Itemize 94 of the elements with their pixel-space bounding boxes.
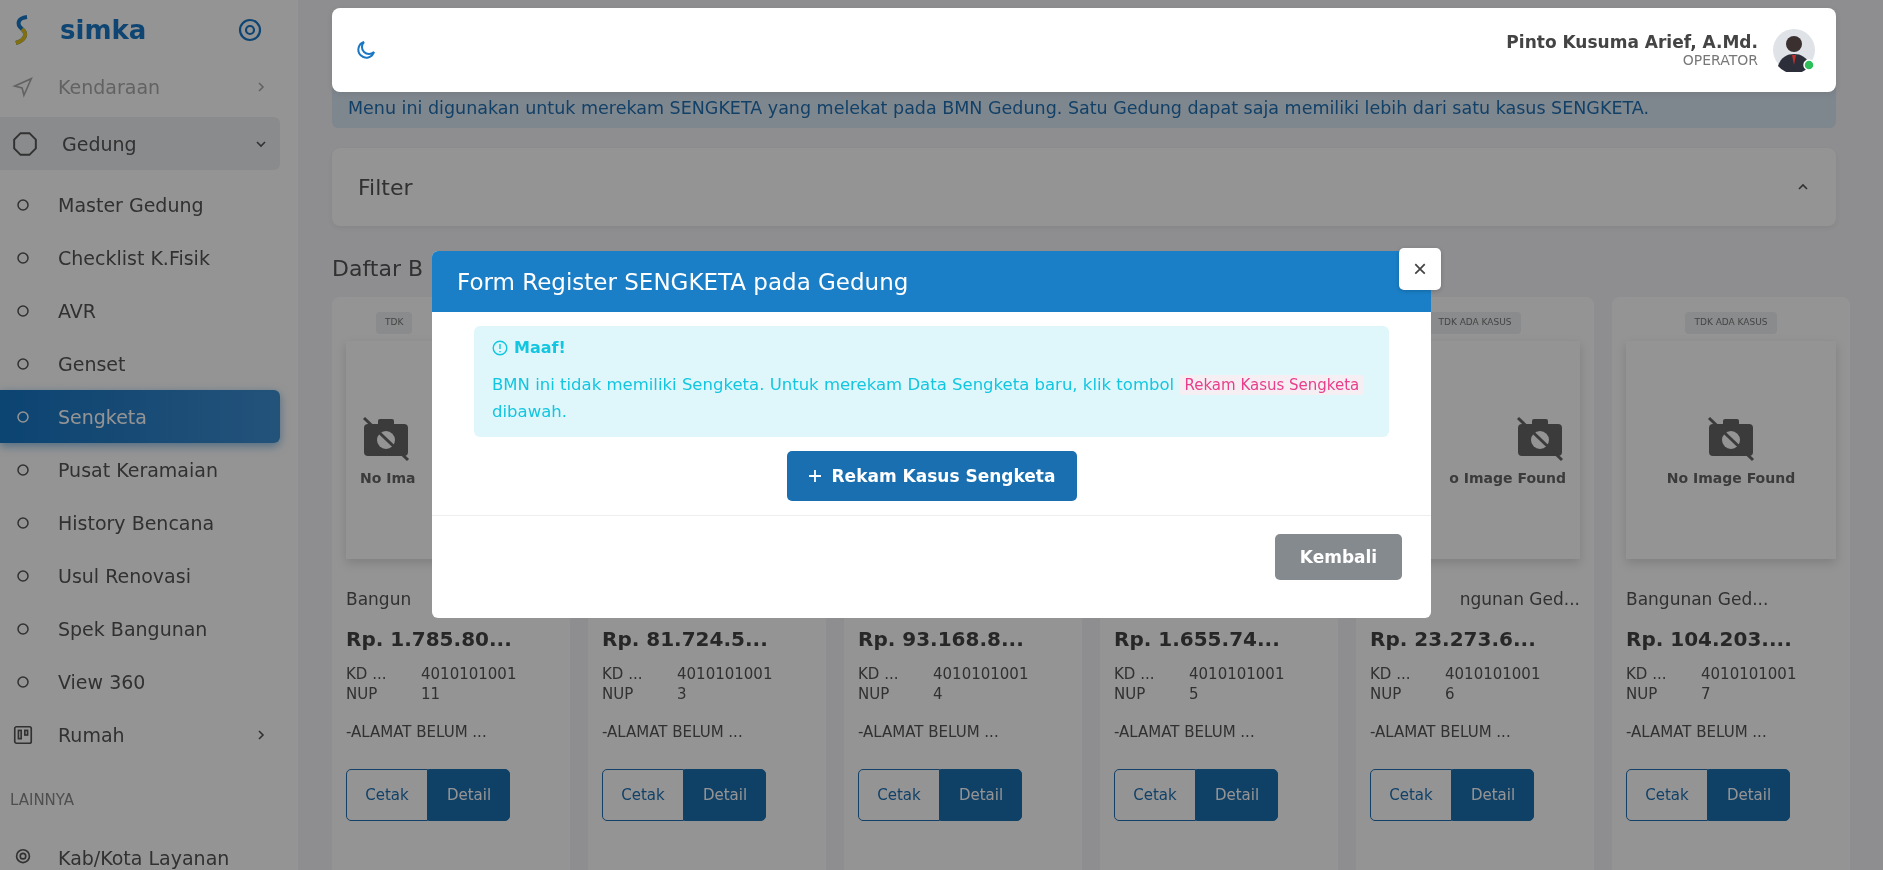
field-value: 4 xyxy=(933,685,944,703)
status-badge: TDK ADA KASUS xyxy=(1429,312,1521,334)
nav-subitem[interactable]: View 360 xyxy=(0,655,280,708)
no-camera-icon xyxy=(1705,414,1757,462)
nav-subitem[interactable]: Pusat Keramaian xyxy=(0,443,280,496)
card-address: -ALAMAT BELUM ... xyxy=(346,723,488,741)
avatar[interactable] xyxy=(1772,28,1816,72)
nav-subitem[interactable]: Master Gedung xyxy=(0,178,280,231)
user-name: Pinto Kusuma Arief, A.Md. xyxy=(1506,32,1758,52)
field-value: 6 xyxy=(1445,685,1456,703)
nav-subitem[interactable]: Checklist K.Fisik xyxy=(0,231,280,284)
field-value: 4010101001 xyxy=(1445,665,1542,683)
field-label: KD ... xyxy=(602,665,644,683)
print-button[interactable]: Cetak xyxy=(346,769,428,821)
field-label: KD ... xyxy=(1626,665,1668,683)
back-button[interactable]: Kembali xyxy=(1275,534,1402,580)
card-address: -ALAMAT BELUM ... xyxy=(1114,723,1256,741)
card-address: -ALAMAT BELUM ... xyxy=(1370,723,1512,741)
nav-subitem[interactable]: Usul Renovasi xyxy=(0,549,280,602)
field-label: NUP xyxy=(858,685,891,703)
field-value: 3 xyxy=(677,685,688,703)
close-button[interactable]: × xyxy=(1399,248,1441,290)
print-button[interactable]: Cetak xyxy=(1114,769,1196,821)
add-case-button[interactable]: Rekam Kasus Sengketa xyxy=(786,451,1077,501)
octagon-icon xyxy=(12,130,38,157)
nav-subitem[interactable]: AVR xyxy=(0,284,280,337)
alert-message: BMN ini tidak memiliki Sengketa. Untuk merekam Data Sengketa baru, klik tombol Rekam Kasus Sengketa dibawah. xyxy=(492,371,1371,425)
card-price: Rp. 81.724.5... xyxy=(602,627,769,651)
detail-button[interactable]: Detail xyxy=(1196,769,1278,821)
filter-title: Filter xyxy=(358,174,414,200)
field-label: KD ... xyxy=(1370,665,1412,683)
field-label: NUP xyxy=(602,685,635,703)
field-value: 7 xyxy=(1701,685,1712,703)
field-label: NUP xyxy=(1626,685,1659,703)
field-value: 5 xyxy=(1189,685,1200,703)
logo-icon xyxy=(14,15,30,45)
card-price: Rp. 104.203.... xyxy=(1626,627,1793,651)
print-button[interactable]: Cetak xyxy=(602,769,684,821)
user-role: OPERATOR xyxy=(1682,52,1758,68)
card-title: ngunan Ged... xyxy=(1458,589,1580,611)
detail-button[interactable]: Detail xyxy=(428,769,510,821)
no-image-text: o Image Found xyxy=(1449,470,1566,486)
no-image-text: No Ima xyxy=(360,470,416,486)
nav-subitem[interactable]: Spek Bangunan xyxy=(0,602,280,655)
section-heading: LAINNYA xyxy=(9,790,76,811)
moon-icon[interactable] xyxy=(354,38,378,62)
board-icon xyxy=(12,723,34,746)
navigation-icon xyxy=(12,75,34,98)
nav-item[interactable]: Gedung xyxy=(0,117,280,170)
card-address: -ALAMAT BELUM ... xyxy=(602,723,744,741)
status-badge: TDK ADA KASUS xyxy=(1685,312,1777,334)
card-price: Rp. 93.168.8... xyxy=(858,627,1025,651)
list-title: Daftar B xyxy=(332,256,424,281)
field-label: KD ... xyxy=(346,665,388,683)
status-badge: TDK xyxy=(376,312,413,334)
field-label: NUP xyxy=(1370,685,1403,703)
brand-name: simka xyxy=(60,15,148,45)
field-label: KD ... xyxy=(1114,665,1156,683)
info-icon xyxy=(492,339,508,356)
detail-button[interactable]: Detail xyxy=(684,769,766,821)
detail-button[interactable]: Detail xyxy=(940,769,1022,821)
field-label: NUP xyxy=(1114,685,1147,703)
no-camera-icon xyxy=(1514,414,1566,462)
nav-item[interactable]: Rumah xyxy=(0,708,280,761)
nav-subitem[interactable]: History Bencana xyxy=(0,496,280,549)
nav-subitem[interactable]: Genset xyxy=(0,337,280,390)
field-label: KD ... xyxy=(858,665,900,683)
field-value: 11 xyxy=(421,685,442,703)
no-image-text: No Image Found xyxy=(1666,470,1796,486)
card-price: Rp. 1.655.74... xyxy=(1114,627,1281,651)
nav-item[interactable]: Kab/Kota Layanan xyxy=(0,831,280,870)
card-title: Bangun xyxy=(346,589,413,611)
alert-title: Maaf! xyxy=(514,338,566,357)
detail-button[interactable]: Detail xyxy=(1708,769,1790,821)
target-icon[interactable] xyxy=(238,18,262,42)
field-value: 4010101001 xyxy=(1189,665,1286,683)
field-value: 4010101001 xyxy=(1701,665,1798,683)
no-camera-icon xyxy=(360,414,412,462)
print-button[interactable]: Cetak xyxy=(1370,769,1452,821)
card-address: -ALAMAT BELUM ... xyxy=(1626,723,1768,741)
print-button[interactable]: Cetak xyxy=(858,769,940,821)
modal-title: Form Register SENGKETA pada Gedung xyxy=(457,268,909,295)
field-label: NUP xyxy=(346,685,379,703)
card-title: Bangunan Ged... xyxy=(1626,589,1770,611)
field-value: 4010101001 xyxy=(933,665,1030,683)
nav-subitem[interactable]: Sengketa xyxy=(0,390,280,443)
plus-icon xyxy=(807,469,822,483)
field-value: 4010101001 xyxy=(421,665,518,683)
print-button[interactable]: Cetak xyxy=(1626,769,1708,821)
card-price: Rp. 23.273.6... xyxy=(1370,627,1537,651)
field-value: 4010101001 xyxy=(677,665,774,683)
detail-button[interactable]: Detail xyxy=(1452,769,1534,821)
card-price: Rp. 1.785.80... xyxy=(346,627,513,651)
card-address: -ALAMAT BELUM ... xyxy=(858,723,1000,741)
